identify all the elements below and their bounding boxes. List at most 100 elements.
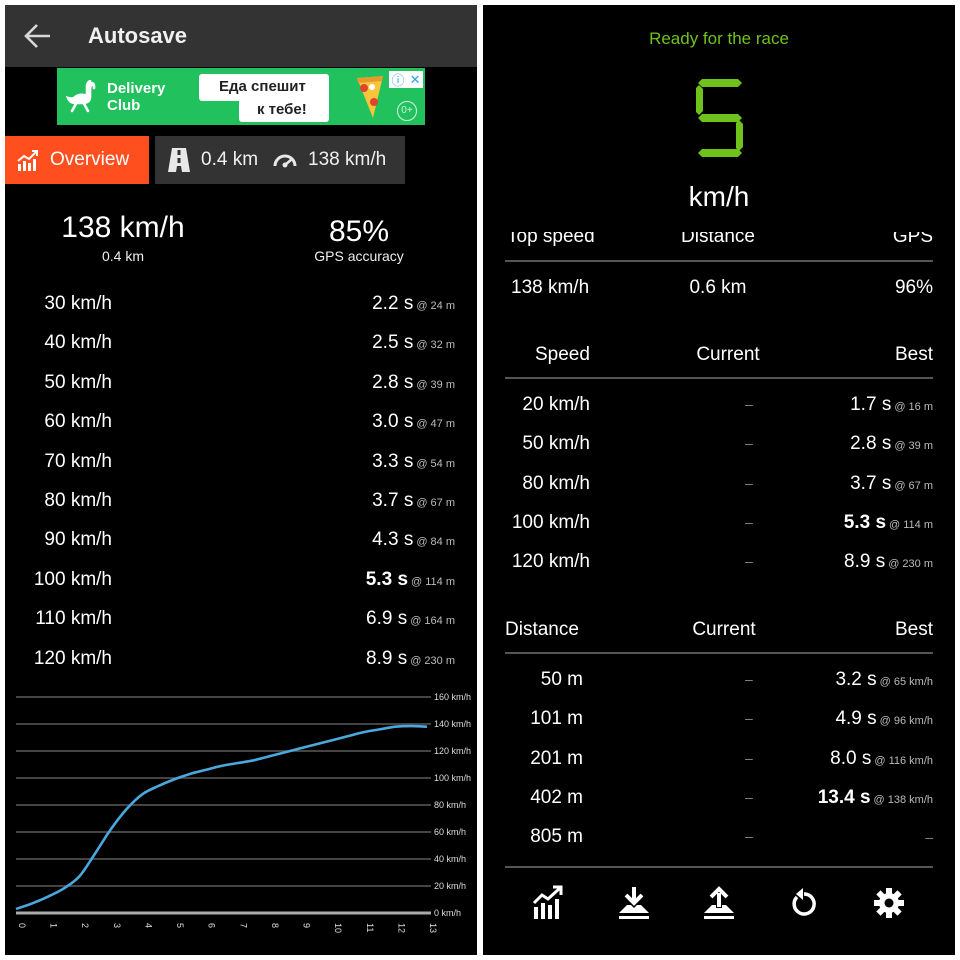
x-tick-label: 11 [365, 923, 375, 932]
info-icon[interactable]: ⓘ [392, 70, 405, 89]
x-tick-label: 7 [238, 923, 248, 928]
y-tick-label: 20 km/h [434, 881, 466, 891]
tab-overview[interactable]: Overview [5, 136, 149, 184]
time-at: @ 138 km/h [873, 793, 933, 806]
best-time: 4.3 s @ 84 m [372, 529, 455, 551]
row-label: 120 km/h [511, 551, 590, 573]
time-unit: s [861, 747, 872, 769]
best-time: 2.8 s @ 39 m [372, 372, 455, 394]
y-tick-label: 140 km/h [434, 719, 471, 729]
speed_table-header: Best [894, 344, 933, 365]
time-value: 3.0 [372, 411, 399, 433]
speed_table-row: 20 km/h – 1.7 s @ 16 m [483, 394, 955, 433]
distance-value: 0.4 km [101, 248, 144, 264]
ad-banner[interactable]: Delivery Club Еда спешит к тебе! ⓘ ✕ 0+ [57, 68, 425, 125]
time-value: 2.2 [372, 293, 399, 314]
x-tick-label: 2 [80, 923, 90, 928]
chart-trend-icon[interactable] [531, 885, 567, 921]
distance_table-header: Best [894, 619, 933, 640]
gps-accuracy-label: GPS accuracy [314, 248, 404, 264]
time-value: 3.7 [850, 472, 877, 494]
y-tick-label: 160 km/h [434, 692, 471, 702]
time-at: @ 96 km/h [879, 715, 933, 728]
tab-overview-label: Overview [50, 149, 130, 170]
current-speed-digit: 5 [696, 79, 743, 157]
time-unit: s [403, 371, 414, 393]
distance_table-row: 50 m – 3.2 s @ 65 km/h [483, 669, 955, 708]
speed_table-row: 100 km/h – 5.3 s @ 114 m [483, 512, 955, 551]
ad-choices[interactable]: ⓘ ✕ [389, 71, 423, 88]
distance_table-row: 201 m – 8.0 s @ 116 km/h [483, 748, 955, 787]
y-tick-label: 40 km/h [434, 854, 466, 864]
y-tick-label: 60 km/h [434, 827, 466, 837]
download-tray-icon[interactable] [616, 885, 652, 921]
ad-brand: Delivery Club [107, 80, 165, 114]
time-unit: s [881, 433, 892, 455]
pizza-icon [357, 76, 383, 118]
gps-accuracy-value: 85% [328, 215, 390, 242]
reset-icon[interactable] [786, 885, 822, 921]
speed-label: 80 km/h [44, 490, 112, 511]
row-label: 20 km/h [522, 394, 590, 415]
best-time: 3.2 s @ 65 km/h [835, 669, 933, 691]
time-value: 4.9 [835, 708, 862, 730]
app-bar: Autosave [5, 5, 477, 67]
close-icon[interactable]: ✕ [410, 72, 421, 88]
gear-icon[interactable] [871, 885, 907, 921]
time-at: @ 116 km/h [874, 754, 933, 767]
time-at: @ 39 m [894, 440, 933, 453]
speed-label: 100 km/h [33, 568, 112, 590]
speed-label: 90 km/h [44, 529, 112, 551]
speed_table-header: Current [696, 344, 760, 365]
upload-tray-icon[interactable] [701, 885, 737, 921]
best-time: 8.9 s @ 230 m [844, 551, 933, 573]
best-time: 13.4 s @ 138 km/h [818, 787, 933, 809]
time-value: 13.4 [817, 786, 855, 808]
time-at: @ 24 m [416, 300, 455, 312]
best-time: 3.7 s @ 67 m [850, 473, 933, 495]
time-value: 2.5 [372, 332, 399, 354]
y-tick-label: 100 km/h [434, 773, 471, 783]
best-time: 5.3 s @ 114 m [366, 569, 455, 591]
distance_table-row: 402 m – 13.4 s @ 138 km/h [483, 787, 955, 826]
current-value: – [745, 513, 753, 530]
row-label: 101 m [530, 708, 583, 730]
time-value: 2.8 [372, 371, 399, 393]
page-title: Autosave [88, 23, 188, 48]
tab-run[interactable]: 0.4 km 138 km/h [155, 136, 405, 184]
speed-unit: km/h [688, 181, 750, 212]
arrow-left-icon[interactable] [23, 22, 53, 50]
y-tick-label: 120 km/h [434, 746, 471, 756]
time-at: @ 230 m [410, 654, 455, 667]
divider [505, 652, 933, 654]
x-tick-label: 5 [175, 923, 185, 928]
time-value: 3.3 [372, 450, 399, 472]
x-tick-label: 13 [428, 923, 438, 933]
time-value: 3.2 [835, 669, 862, 690]
best-time: 3.7 s @ 67 m [372, 490, 455, 512]
row-label: 100 km/h [511, 511, 590, 533]
best-time: 8.9 s @ 230 m [366, 648, 455, 670]
speedometer-icon [273, 154, 297, 168]
time-unit: s [867, 708, 877, 730]
x-tick-label: 3 [112, 923, 122, 928]
current-value: – [745, 474, 753, 491]
x-tick-label: 8 [270, 923, 280, 928]
time-value: 6.9 [366, 608, 393, 630]
time-at: @ 114 m [411, 575, 455, 588]
current-value: – [745, 788, 753, 805]
speed-time-row: 90 km/h 4.3 s @ 84 m [5, 521, 477, 560]
divider [505, 866, 933, 868]
row-label: 805 m [530, 826, 583, 848]
best-time: 8.0 s @ 116 km/h [830, 748, 933, 770]
x-tick-label: 0 [17, 923, 27, 928]
current-value: – [745, 396, 753, 412]
time-value: 3.7 [372, 490, 399, 511]
time-value: 8.9 [366, 647, 393, 669]
time-value: 8.9 [844, 551, 871, 573]
time-unit: s [881, 472, 892, 494]
time-unit: s [403, 293, 414, 314]
time-at: @ 65 km/h [879, 676, 933, 688]
speed-time-row: 60 km/h 3.0 s @ 47 m [5, 403, 477, 442]
x-tick-label: 6 [207, 923, 217, 928]
